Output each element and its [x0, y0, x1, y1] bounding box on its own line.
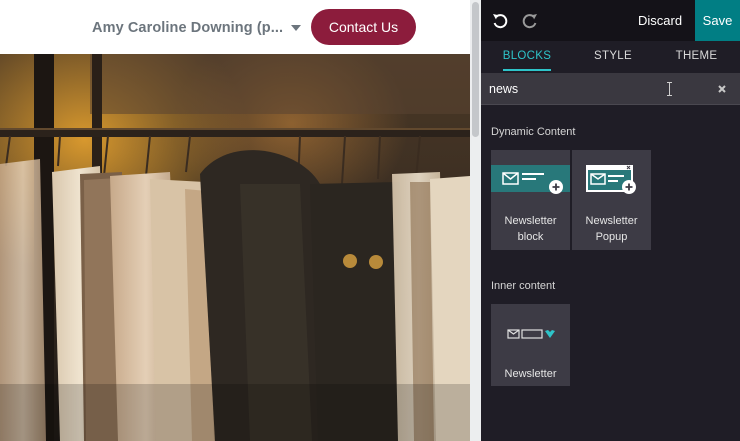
snippet-newsletter-block[interactable]: Newsletter block	[491, 150, 570, 250]
newsletter-block-thumbnail	[491, 165, 570, 194]
discard-button[interactable]: Discard	[638, 0, 682, 41]
text-cursor-icon	[667, 82, 672, 96]
snippet-label: Newsletter block	[504, 215, 557, 243]
newsletter-popup-thumbnail	[586, 165, 636, 194]
snippet-search-input[interactable]	[489, 78, 689, 100]
close-icon[interactable]	[714, 81, 730, 97]
editor-tabs: BLOCKS STYLE THEME	[481, 41, 740, 73]
caret-down-icon	[291, 25, 302, 31]
page-scrollbar[interactable]	[470, 0, 481, 441]
contact-us-button[interactable]: Contact Us	[311, 9, 416, 45]
snippet-newsletter-popup[interactable]: Newsletter Popup	[572, 150, 651, 250]
undo-icon[interactable]	[491, 12, 509, 30]
editor-panel: Discard Save BLOCKS STYLE THEME Dynamic …	[481, 0, 740, 441]
page-scrollbar-thumb[interactable]	[472, 2, 479, 137]
user-name: Amy Caroline Downing (p...	[92, 20, 284, 36]
snippet-search-bar	[481, 73, 740, 105]
tab-blocks-label: BLOCKS	[502, 50, 552, 62]
website-preview: Amy Caroline Downing (p... Contact Us	[0, 0, 481, 441]
section-title-inner-content: Inner content	[491, 280, 556, 292]
newsletter-inline-thumbnail	[507, 329, 555, 339]
section-title-dynamic-content: Dynamic Content	[491, 126, 576, 138]
save-button[interactable]: Save	[695, 0, 740, 41]
hero-image	[0, 54, 470, 441]
snippet-label: Newsletter Popup	[585, 215, 638, 243]
clothing-rack-photo	[0, 54, 470, 441]
site-header: Amy Caroline Downing (p... Contact Us	[0, 0, 470, 54]
tab-blocks[interactable]: BLOCKS	[481, 41, 573, 73]
active-tab-indicator	[503, 69, 551, 71]
user-menu[interactable]: Amy Caroline Downing (p...	[92, 18, 302, 38]
tab-style[interactable]: STYLE	[573, 41, 653, 73]
snippet-newsletter[interactable]: Newsletter	[491, 304, 570, 386]
tab-theme[interactable]: THEME	[653, 41, 740, 73]
snippet-label: Newsletter	[504, 368, 557, 380]
editor-toolbar: Discard Save	[481, 0, 740, 41]
redo-icon[interactable]	[521, 12, 539, 30]
